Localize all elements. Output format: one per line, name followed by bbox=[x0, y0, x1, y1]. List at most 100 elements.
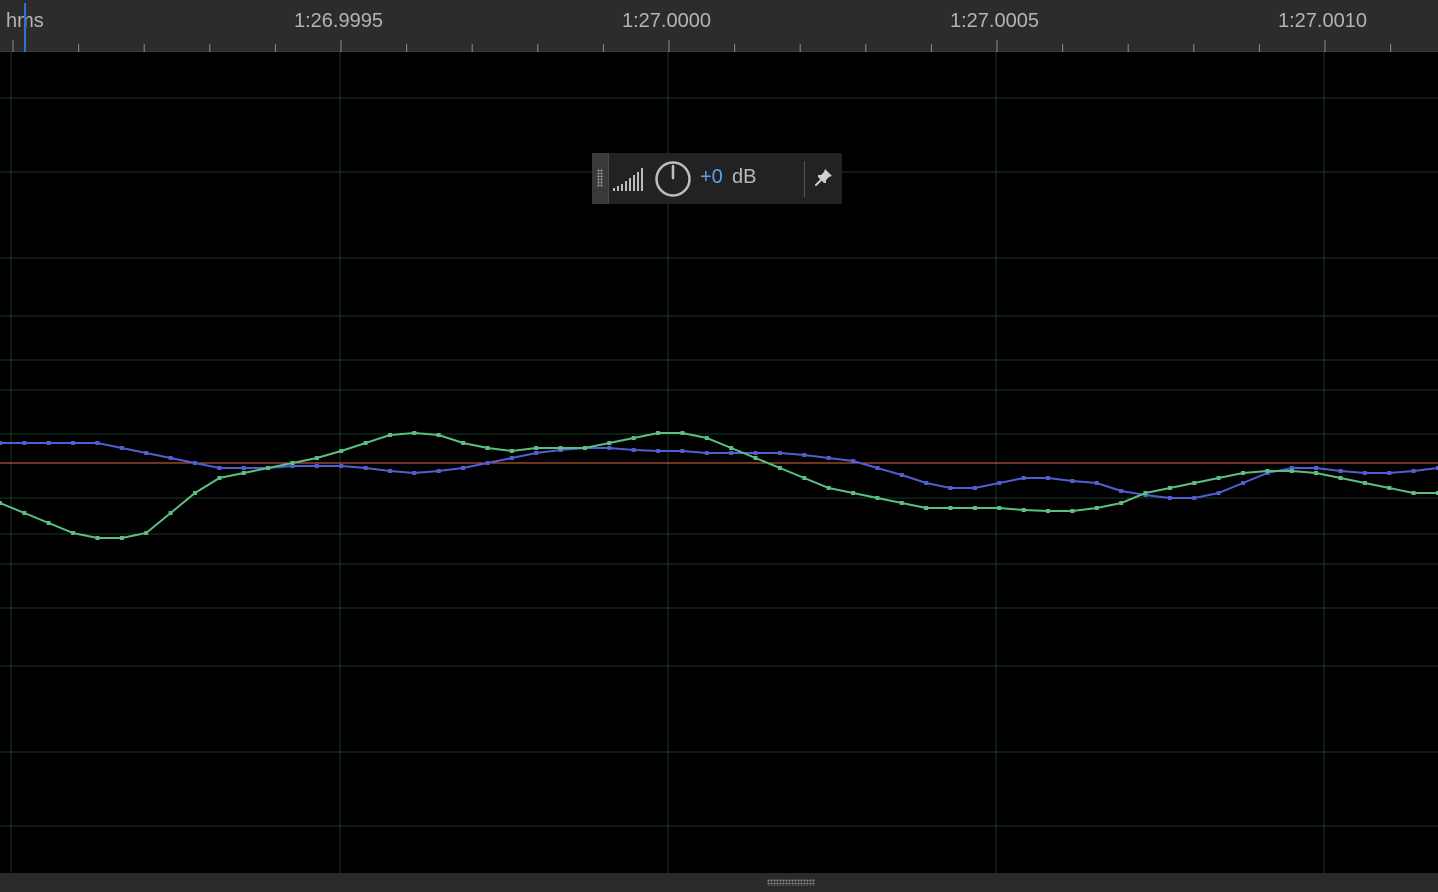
sample-point bbox=[826, 456, 831, 460]
sample-point bbox=[582, 446, 587, 450]
sample-point bbox=[680, 449, 685, 453]
sample-point bbox=[802, 476, 807, 480]
waveform-line-channel-2 bbox=[0, 431, 1438, 539]
sample-point bbox=[436, 433, 441, 437]
volume-hud[interactable]: +0 dB bbox=[592, 153, 842, 204]
sample-point bbox=[1216, 476, 1221, 480]
grip-handle-icon[interactable] bbox=[592, 153, 609, 204]
sample-point bbox=[119, 536, 124, 540]
sample-point bbox=[1411, 469, 1416, 473]
sample-point bbox=[729, 451, 734, 455]
sample-point bbox=[875, 496, 880, 500]
sample-point bbox=[1192, 481, 1197, 485]
sample-point bbox=[241, 471, 246, 475]
sample-point bbox=[461, 466, 466, 470]
sample-point bbox=[1338, 469, 1343, 473]
pin-icon[interactable] bbox=[814, 167, 834, 187]
sample-point bbox=[1046, 476, 1050, 480]
sample-point bbox=[314, 464, 319, 468]
sample-point bbox=[899, 473, 904, 477]
sample-point bbox=[1119, 489, 1124, 493]
waveform-view[interactable]: +0 dB bbox=[0, 52, 1438, 873]
sample-point bbox=[509, 449, 514, 453]
sample-point bbox=[1167, 486, 1172, 490]
sample-point bbox=[0, 501, 2, 505]
sample-point bbox=[972, 486, 977, 490]
sample-point bbox=[1411, 491, 1416, 495]
gain-unit: dB bbox=[732, 166, 757, 188]
sample-point bbox=[485, 446, 490, 450]
sample-point bbox=[1119, 501, 1124, 505]
sample-point bbox=[656, 449, 661, 453]
sample-point bbox=[95, 441, 100, 445]
sample-point bbox=[1021, 508, 1026, 512]
sample-point bbox=[753, 456, 758, 460]
sample-point bbox=[1070, 509, 1075, 513]
sample-point bbox=[534, 446, 539, 450]
volume-level-icon bbox=[613, 168, 643, 191]
sample-point bbox=[363, 441, 368, 445]
sample-point bbox=[997, 481, 1002, 485]
sample-point bbox=[266, 466, 271, 470]
sample-point bbox=[607, 441, 612, 445]
sample-point bbox=[290, 461, 295, 465]
sample-point bbox=[314, 456, 319, 460]
sample-point bbox=[1070, 479, 1075, 483]
sample-point bbox=[1241, 481, 1245, 485]
sample-point bbox=[802, 453, 807, 457]
sample-point bbox=[1216, 491, 1221, 495]
sample-point bbox=[753, 451, 758, 455]
sample-point bbox=[1362, 481, 1367, 485]
sample-point bbox=[1362, 471, 1367, 475]
sample-point bbox=[485, 461, 490, 465]
ruler-time-label: 1:27.0005 bbox=[950, 10, 1039, 32]
sample-point bbox=[388, 469, 392, 473]
sample-point bbox=[363, 466, 368, 470]
sample-point bbox=[680, 431, 685, 435]
ruler-time-label: 1:26.9995 bbox=[294, 10, 383, 32]
sample-point bbox=[217, 476, 222, 480]
sample-point bbox=[1094, 481, 1099, 485]
horizontal-scrollbar[interactable] bbox=[0, 873, 1438, 892]
sample-point bbox=[1265, 469, 1270, 473]
sample-point bbox=[1387, 486, 1392, 490]
scroll-grip-icon[interactable] bbox=[767, 879, 815, 886]
ruler-ticks bbox=[12, 40, 1392, 52]
sample-point bbox=[875, 466, 880, 470]
gain-value[interactable]: +0 bbox=[700, 166, 723, 189]
sample-point bbox=[339, 464, 344, 468]
sample-point bbox=[704, 436, 709, 440]
sample-point bbox=[168, 511, 173, 515]
sample-point bbox=[777, 466, 782, 470]
sample-point bbox=[777, 451, 782, 455]
sample-point bbox=[144, 451, 149, 455]
ruler-time-label: 1:27.0010 bbox=[1278, 10, 1367, 32]
sample-point bbox=[1289, 469, 1294, 473]
sample-point bbox=[412, 431, 417, 435]
sample-point bbox=[46, 521, 51, 525]
sample-point bbox=[899, 501, 904, 505]
sample-point bbox=[144, 531, 149, 535]
playhead-marker[interactable] bbox=[24, 3, 26, 52]
sample-point bbox=[193, 461, 197, 465]
sample-point bbox=[1192, 496, 1197, 500]
sample-point bbox=[1046, 509, 1050, 513]
sample-point bbox=[729, 446, 734, 450]
sample-point bbox=[1167, 496, 1172, 500]
sample-point bbox=[71, 441, 76, 445]
sample-point bbox=[948, 506, 953, 510]
sample-point bbox=[1387, 471, 1392, 475]
sample-point bbox=[46, 441, 51, 445]
sample-point bbox=[71, 531, 76, 535]
sample-point bbox=[461, 441, 466, 445]
sample-point bbox=[924, 506, 929, 510]
sample-point bbox=[924, 481, 929, 485]
waveform-line-channel-1 bbox=[0, 442, 1438, 499]
gain-knob-icon[interactable] bbox=[654, 160, 692, 198]
time-ruler[interactable]: hms 1:26.9995 1:27.0000 1:27.0005 1:27.0… bbox=[0, 0, 1438, 52]
sample-point bbox=[193, 491, 197, 495]
sample-point bbox=[1143, 491, 1148, 495]
sample-point bbox=[241, 466, 246, 470]
sample-point bbox=[656, 431, 661, 435]
sample-point bbox=[1241, 471, 1245, 475]
